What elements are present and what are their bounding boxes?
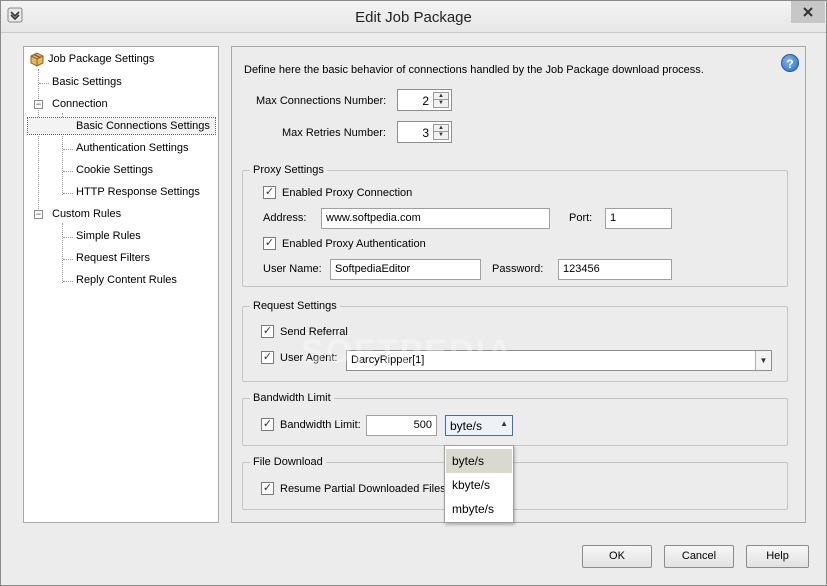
max-connections-spinner[interactable]: 2 ▲ ▼ [397, 89, 452, 111]
chevron-down-icon[interactable]: ▼ [755, 351, 771, 370]
spinner-arrows[interactable]: ▲ ▼ [433, 92, 449, 108]
tree-item-request-filters[interactable]: Request Filters [76, 249, 150, 267]
bandwidth-limit-label: Bandwidth Limit: [280, 419, 361, 431]
unit-option-mbyte[interactable]: mbyte/s [446, 497, 512, 521]
tree-item-job-package-settings[interactable]: Job Package Settings [48, 50, 154, 68]
collapse-icon[interactable]: − [34, 100, 43, 109]
title-bar: Edit Job Package [1, 1, 826, 33]
bandwidth-unit-combobox[interactable]: byte/s ▲ [445, 415, 513, 436]
send-referral-label: Send Referral [280, 326, 348, 338]
package-icon [30, 52, 44, 67]
bandwidth-limit-input[interactable]: 500 [366, 415, 437, 436]
tree-guide [63, 193, 73, 194]
help-button[interactable]: Help [746, 545, 809, 568]
enabled-proxy-auth-label: Enabled Proxy Authentication [282, 238, 426, 250]
panel-description: Define here the basic behavior of connec… [244, 64, 704, 76]
file-download-title: File Download [250, 456, 326, 468]
tree-guide [39, 83, 49, 84]
user-agent-label: User Agent: [280, 352, 338, 364]
tree-item-authentication-settings[interactable]: Authentication Settings [76, 139, 189, 157]
close-icon [803, 7, 813, 17]
unit-option-kbyte[interactable]: kbyte/s [446, 473, 512, 497]
tree-item-cookie-settings[interactable]: Cookie Settings [76, 161, 153, 179]
max-retries-value: 3 [422, 126, 429, 140]
tree-guide [63, 281, 73, 282]
enabled-proxy-checkbox[interactable]: ✓ [263, 186, 276, 199]
unit-option-byte[interactable]: byte/s [446, 449, 512, 473]
user-agent-value: DarcyRipper[1] [351, 354, 425, 366]
help-icon[interactable]: ? [781, 54, 799, 72]
max-retries-spinner[interactable]: 3 ▲ ▼ [397, 121, 452, 143]
bandwidth-unit-value: byte/s [450, 419, 483, 433]
tree-item-custom-rules[interactable]: Custom Rules [52, 205, 121, 223]
tree-guide [62, 223, 63, 283]
cancel-button[interactable]: Cancel [664, 545, 734, 568]
send-referral-checkbox[interactable]: ✓ [261, 325, 274, 338]
max-connections-label: Max Connections Number: [256, 95, 387, 107]
close-button[interactable] [791, 1, 825, 23]
enabled-proxy-auth-checkbox[interactable]: ✓ [263, 237, 276, 250]
tree-item-reply-content-rules[interactable]: Reply Content Rules [76, 271, 177, 289]
tree-item-connection[interactable]: Connection [52, 95, 108, 113]
bandwidth-limit-checkbox[interactable]: ✓ [261, 418, 274, 431]
tree-item-basic-settings[interactable]: Basic Settings [52, 73, 122, 91]
tree-guide [63, 259, 73, 260]
max-retries-label: Max Retries Number: [282, 127, 386, 139]
tree-guide [63, 171, 73, 172]
address-label: Address: [263, 212, 307, 224]
bandwidth-limit-title: Bandwidth Limit [250, 392, 334, 404]
max-connections-value: 2 [422, 94, 429, 108]
port-label: Port: [569, 212, 593, 224]
spin-up-icon[interactable]: ▲ [434, 93, 448, 100]
resume-partial-label: Resume Partial Downloaded Files [280, 483, 446, 495]
window-title: Edit Job Package [355, 9, 472, 26]
tree-guide [63, 149, 73, 150]
tree-guide [63, 237, 73, 238]
collapse-icon[interactable]: − [34, 210, 43, 219]
tree-item-http-response-settings[interactable]: HTTP Response Settings [76, 183, 200, 201]
username-label: User Name: [263, 263, 322, 275]
spin-up-icon[interactable]: ▲ [434, 125, 448, 132]
password-input[interactable]: 123456 [558, 259, 672, 280]
edit-job-package-window: Edit Job Package Job Package Settings Ba… [0, 0, 827, 586]
bandwidth-unit-dropdown[interactable]: byte/s kbyte/s mbyte/s [444, 445, 514, 523]
port-input[interactable]: 1 [605, 208, 672, 229]
tree-guide [38, 69, 39, 217]
spin-down-icon[interactable]: ▼ [434, 132, 448, 139]
user-agent-combobox[interactable]: DarcyRipper[1] ▼ [346, 350, 772, 371]
enabled-proxy-label: Enabled Proxy Connection [282, 187, 413, 199]
spin-down-icon[interactable]: ▼ [434, 100, 448, 107]
password-label: Password: [492, 263, 544, 275]
request-settings-title: Request Settings [250, 300, 340, 312]
tree-item-simple-rules[interactable]: Simple Rules [76, 227, 141, 245]
spinner-arrows[interactable]: ▲ ▼ [433, 124, 449, 140]
ok-button[interactable]: OK [582, 545, 652, 568]
tree-item-basic-connections-settings[interactable]: Basic Connections Settings [27, 117, 216, 135]
chevron-up-icon: ▲ [500, 419, 508, 428]
address-input[interactable]: www.softpedia.com [321, 208, 550, 229]
user-agent-checkbox[interactable]: ✓ [261, 351, 274, 364]
resume-partial-checkbox[interactable]: ✓ [261, 482, 274, 495]
settings-tree[interactable]: Job Package Settings Basic Settings − Co… [23, 46, 219, 523]
proxy-settings-title: Proxy Settings [250, 164, 327, 176]
settings-panel: Define here the basic behavior of connec… [231, 46, 806, 523]
username-input[interactable]: SoftpediaEditor [330, 259, 481, 280]
